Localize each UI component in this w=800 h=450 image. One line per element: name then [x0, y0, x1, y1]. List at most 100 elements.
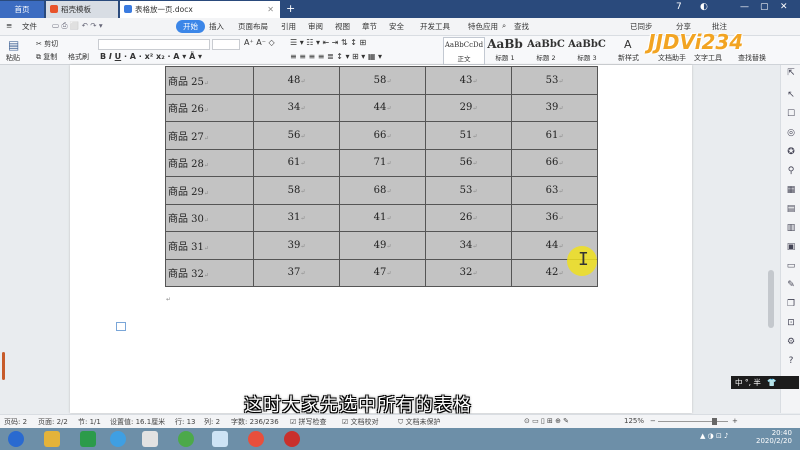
value-cell[interactable]: 41↵: [339, 203, 426, 232]
cloud-drive-icon[interactable]: [142, 431, 158, 447]
value-cell[interactable]: 48↵: [253, 66, 340, 95]
table-row[interactable]: 商品 30↵ 31↵ 41↵ 26↵ 36↵: [165, 203, 598, 232]
wps-writer-icon[interactable]: [212, 431, 228, 447]
zoom-in-icon[interactable]: +: [732, 417, 738, 425]
document-table[interactable]: 商品 25↵ 48↵ 58↵ 43↵ 53↵ 商品 26↵ 34↵ 44↵ 29↵ 39↵ 商品 2…: [165, 66, 598, 287]
value-cell[interactable]: 34↵: [425, 231, 512, 260]
tab-document[interactable]: 表格放一页.docx ✕: [120, 1, 280, 18]
menu-insert[interactable]: 插入: [209, 21, 224, 32]
value-cell[interactable]: 39↵: [511, 93, 598, 122]
tab-docer-templates[interactable]: 稻壳模板: [46, 1, 118, 18]
value-cell[interactable]: 53↵: [511, 66, 598, 95]
align-icons[interactable]: ≡ ≡ ≡ ≡ ≣ ↕ ▾ ⊞ ▾ ▦ ▾: [290, 52, 382, 61]
value-cell[interactable]: 53↵: [425, 176, 512, 205]
view-mode-icons[interactable]: ⊙ ▭ ▯ ⊞ ⊕ ✎: [524, 417, 569, 425]
table-row[interactable]: 商品 25↵ 48↵ 58↵ 43↵ 53↵: [165, 66, 598, 95]
cursor-icon[interactable]: ↖: [786, 90, 796, 100]
cloud-app-icon[interactable]: [110, 431, 126, 447]
value-cell[interactable]: 29↵: [425, 93, 512, 122]
recorder-icon[interactable]: [284, 431, 300, 447]
product-name-cell[interactable]: 商品 32↵: [165, 258, 254, 287]
new-style-icon[interactable]: A: [624, 38, 632, 51]
document-proofread-button[interactable]: ☑ 文档校对: [342, 417, 379, 427]
value-cell[interactable]: 61↵: [511, 121, 598, 150]
excel-icon[interactable]: [80, 431, 96, 447]
menu-view[interactable]: 视图: [335, 21, 350, 32]
value-cell[interactable]: 43↵: [425, 66, 512, 95]
font-grow-shrink-icons[interactable]: A⁺ A⁻ ◇: [244, 38, 275, 47]
value-cell[interactable]: 47↵: [339, 258, 426, 287]
compass-icon[interactable]: ✪: [786, 147, 796, 157]
value-cell[interactable]: 58↵: [253, 176, 340, 205]
value-cell[interactable]: 63↵: [511, 176, 598, 205]
font-style-icons[interactable]: B I U · A · x² x₂ · A ▾ Ä ▾: [100, 52, 202, 61]
refresh-app-icon[interactable]: [178, 431, 194, 447]
quick-access-icons[interactable]: ▭ ⎙ ⬜ ↶ ↷ ▾: [52, 21, 103, 31]
layers-icon[interactable]: ❐: [786, 299, 796, 309]
value-cell[interactable]: 66↵: [511, 148, 598, 177]
zoom-level[interactable]: 125%: [624, 417, 644, 425]
tab-home[interactable]: 首页: [0, 1, 44, 18]
menu-review[interactable]: 审阅: [308, 21, 323, 32]
start-button-icon[interactable]: [8, 431, 24, 447]
template-icon[interactable]: ▦: [786, 185, 796, 195]
value-cell[interactable]: 56↵: [253, 121, 340, 150]
close-window-icon[interactable]: ✕: [780, 2, 788, 12]
style-heading-2[interactable]: AaBbC 标题 2: [526, 37, 566, 63]
value-cell[interactable]: 58↵: [339, 66, 426, 95]
menu-start[interactable]: 开始: [176, 20, 205, 33]
zoom-slider[interactable]: [658, 421, 728, 422]
location-icon[interactable]: ◎: [786, 128, 796, 138]
minimize-icon[interactable]: —: [740, 2, 749, 12]
table-row[interactable]: 商品 29↵ 58↵ 68↵ 53↵ 63↵: [165, 176, 598, 205]
search-icon[interactable]: ⌕: [502, 21, 506, 31]
value-cell[interactable]: 68↵: [339, 176, 426, 205]
text-tools-button[interactable]: 文字工具: [694, 53, 722, 63]
copy-button[interactable]: ⧉ 复制: [36, 52, 57, 62]
search-label[interactable]: 查找: [514, 21, 529, 32]
paste-icon[interactable]: ▤: [8, 38, 19, 52]
hamburger-icon[interactable]: ≡: [6, 21, 12, 30]
product-name-cell[interactable]: 商品 31↵: [165, 231, 254, 260]
product-name-cell[interactable]: 商品 28↵: [165, 148, 254, 177]
maximize-icon[interactable]: ▢: [760, 2, 769, 12]
menu-special-apps[interactable]: 特色应用: [468, 21, 498, 32]
value-cell[interactable]: 39↵: [253, 231, 340, 260]
product-name-cell[interactable]: 商品 29↵: [165, 176, 254, 205]
image-icon[interactable]: ▣: [786, 242, 796, 252]
table-icon[interactable]: ▤: [786, 204, 796, 214]
chart-icon[interactable]: ▥: [786, 223, 796, 233]
menu-references[interactable]: 引用: [281, 21, 296, 32]
tray-icons[interactable]: ▲ ◑ ⊡ ♪: [700, 432, 729, 440]
cut-button[interactable]: ✂ 剪切: [36, 39, 58, 49]
font-size-select[interactable]: [212, 39, 240, 50]
find-replace-button[interactable]: 查找替换: [738, 53, 766, 63]
value-cell[interactable]: 61↵: [253, 148, 340, 177]
spell-check-button[interactable]: ☑ 拼写检查: [290, 417, 327, 427]
chrome-icon[interactable]: [248, 431, 264, 447]
value-cell[interactable]: 51↵: [425, 121, 512, 150]
file-explorer-icon[interactable]: [44, 431, 60, 447]
bookmark-icon[interactable]: ☐: [786, 109, 796, 119]
text-box-icon[interactable]: ▭: [786, 261, 796, 271]
table-row[interactable]: 商品 32↵ 37↵ 47↵ 32↵ 42↵: [165, 258, 598, 287]
paste-options-icon[interactable]: [116, 322, 126, 331]
font-name-select[interactable]: [98, 39, 210, 50]
style-normal[interactable]: AaBbCcDd 正文: [443, 37, 485, 65]
value-cell[interactable]: 26↵: [425, 203, 512, 232]
zoom-slider-knob[interactable]: [712, 418, 717, 425]
value-cell[interactable]: 34↵: [253, 93, 340, 122]
product-name-cell[interactable]: 商品 27↵: [165, 121, 254, 150]
value-cell[interactable]: 32↵: [425, 258, 512, 287]
table-row[interactable]: 商品 28↵ 61↵ 71↵ 56↵ 66↵: [165, 148, 598, 177]
ime-toolbar[interactable]: 中 °, 半 👕: [731, 376, 799, 389]
value-cell[interactable]: 71↵: [339, 148, 426, 177]
value-cell[interactable]: 56↵: [425, 148, 512, 177]
new-style-button[interactable]: 新样式: [618, 53, 639, 63]
paste-button[interactable]: 粘贴: [6, 53, 20, 63]
expand-icon[interactable]: ⇱: [786, 68, 796, 78]
table-row[interactable]: 商品 31↵ 39↵ 49↵ 34↵ 44↵: [165, 231, 598, 260]
new-tab-button[interactable]: +: [286, 2, 295, 15]
style-heading-1[interactable]: AaBb 标题 1: [485, 37, 525, 63]
style-heading-3[interactable]: AaBbC 标题 3: [567, 37, 607, 63]
